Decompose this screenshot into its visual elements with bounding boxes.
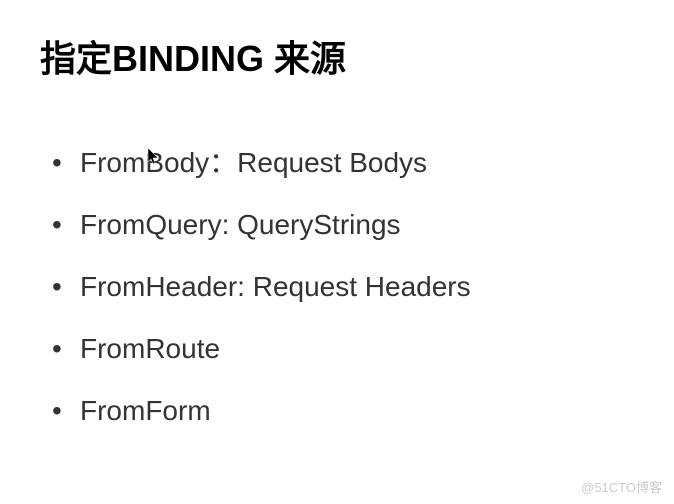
binding-list: FromBody：Request Bodys FromQuery: QueryS… xyxy=(40,142,634,432)
list-item: FromBody：Request Bodys xyxy=(80,142,634,184)
list-item: FromRoute xyxy=(80,328,634,370)
list-item: FromHeader: Request Headers xyxy=(80,266,634,308)
watermark: @51CTO博客 xyxy=(581,477,662,496)
list-item: FromForm xyxy=(80,390,634,432)
slide-title: 指定BINDING 来源 xyxy=(40,30,634,82)
list-item: FromQuery: QueryStrings xyxy=(80,204,634,246)
